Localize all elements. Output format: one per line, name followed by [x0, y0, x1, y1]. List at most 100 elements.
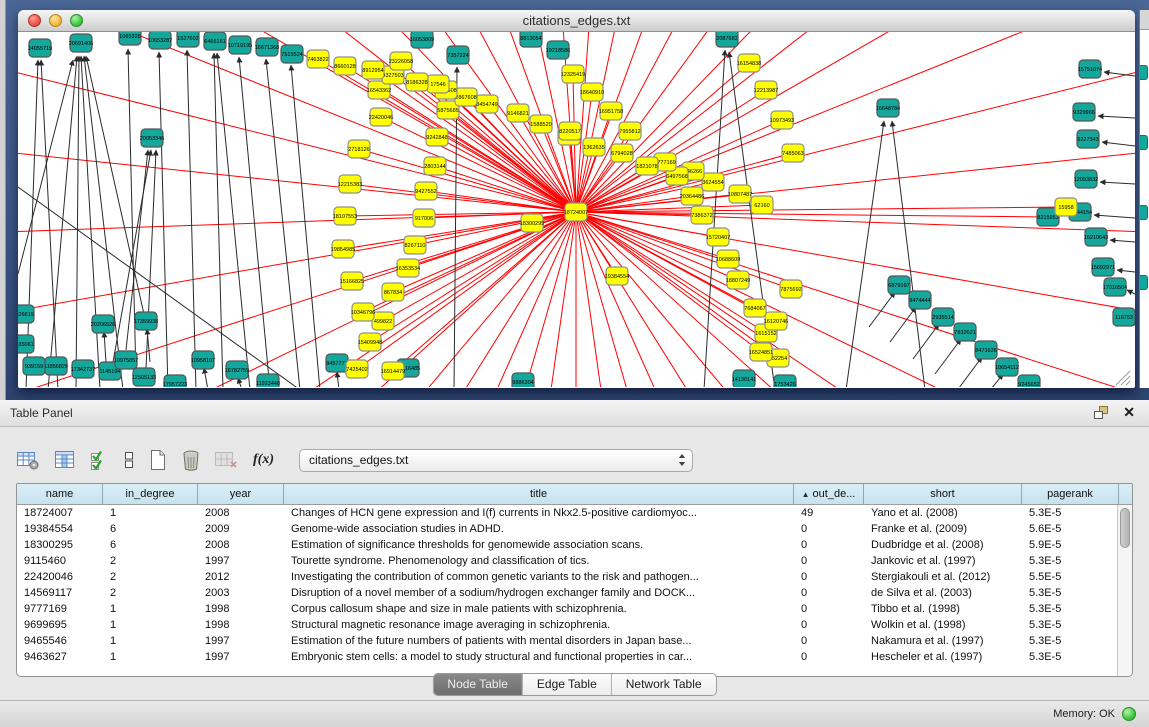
function-builder-icon[interactable]: f(x) [253, 452, 274, 468]
table-cell[interactable]: 22420046 [17, 569, 103, 585]
table-cell[interactable]: 5.3E-5 [1022, 585, 1119, 601]
table-cell[interactable]: 5.3E-5 [1022, 505, 1119, 521]
table-selector-dropdown[interactable]: citations_edges.txt [299, 449, 693, 472]
tab-node-table[interactable]: Node Table [433, 674, 523, 695]
network-canvas[interactable]: 2626619179572231250513311451941734273711… [18, 32, 1135, 387]
new-column-icon[interactable] [148, 449, 168, 471]
table-cell[interactable]: 2008 [198, 537, 284, 553]
table-cell[interactable]: 1 [103, 505, 198, 521]
table-settings-icon[interactable] [16, 450, 40, 470]
table-cell[interactable]: 2 [103, 569, 198, 585]
table-cell[interactable]: Tibbo et al. (1998) [864, 601, 1022, 617]
column-header[interactable]: title [284, 484, 794, 504]
table-cell[interactable]: 18300295 [17, 537, 103, 553]
tab-edge-table[interactable]: Edge Table [523, 674, 612, 695]
table-cell[interactable]: 2 [103, 585, 198, 601]
table-cell[interactable]: Investigating the contribution of common… [284, 569, 794, 585]
table-cell[interactable]: 9699695 [17, 617, 103, 633]
table-cell[interactable]: 1997 [198, 553, 284, 569]
network-window-titlebar[interactable]: citations_edges.txt [18, 10, 1135, 32]
table-row[interactable]: 946362711997Embryonic stem cells: a mode… [17, 649, 1132, 665]
table-cell[interactable]: 6 [103, 537, 198, 553]
table-cell[interactable]: Nakamura et al. (1997) [864, 633, 1022, 649]
table-cell[interactable]: 0 [794, 649, 864, 665]
column-header[interactable]: ▲out_de... [794, 484, 864, 504]
table-cell[interactable]: Structural magnetic resonance image aver… [284, 617, 794, 633]
table-cell[interactable]: Disruption of a novel member of a sodium… [284, 585, 794, 601]
table-cell[interactable]: 0 [794, 633, 864, 649]
table-cell[interactable]: 0 [794, 521, 864, 537]
table-row[interactable]: 969969511998Structural magnetic resonanc… [17, 617, 1132, 633]
table-cell[interactable]: 1 [103, 649, 198, 665]
column-header[interactable]: pagerank [1022, 484, 1119, 504]
resize-grip-icon[interactable] [1121, 376, 1130, 385]
table-cell[interactable]: 1 [103, 617, 198, 633]
table-row[interactable]: 2242004622012Investigating the contribut… [17, 569, 1132, 585]
table-row[interactable]: 1456911722003Disruption of a novel membe… [17, 585, 1132, 601]
table-cell[interactable]: Embryonic stem cells: a model to study s… [284, 649, 794, 665]
table-cell[interactable]: 1998 [198, 601, 284, 617]
table-cell[interactable]: Stergiakouli et al. (2012) [864, 569, 1022, 585]
table-cell[interactable]: 18724007 [17, 505, 103, 521]
table-row[interactable]: 1872400712008Changes of HCN gene express… [17, 505, 1132, 521]
delete-columns-icon[interactable] [181, 449, 201, 471]
table-cell[interactable]: 1 [103, 601, 198, 617]
table-cell[interactable]: 1997 [198, 649, 284, 665]
table-cell[interactable]: 5.3E-5 [1022, 553, 1119, 569]
table-cell[interactable]: Estimation of significance thresholds fo… [284, 537, 794, 553]
table-cell[interactable]: 0 [794, 601, 864, 617]
table-cell[interactable]: 49 [794, 505, 864, 521]
table-cell[interactable]: Estimation of the future numbers of pati… [284, 633, 794, 649]
column-header[interactable]: year [198, 484, 284, 504]
table-cell[interactable]: de Silva et al. (2003) [864, 585, 1022, 601]
table-cell[interactable]: 9115460 [17, 553, 103, 569]
table-cell[interactable]: 2008 [198, 505, 284, 521]
table-cell[interactable]: 5.3E-5 [1022, 633, 1119, 649]
table-cell[interactable]: 5.3E-5 [1022, 601, 1119, 617]
close-panel-icon[interactable]: ✕ [1123, 404, 1135, 421]
scrollbar-thumb[interactable] [1120, 508, 1130, 548]
table-cell[interactable]: 5.6E-5 [1022, 521, 1119, 537]
table-cell[interactable]: 0 [794, 553, 864, 569]
table-cell[interactable]: 0 [794, 537, 864, 553]
table-row[interactable]: 1938455462009Genome-wide association stu… [17, 521, 1132, 537]
table-row[interactable]: 911546021997Tourette syndrome. Phenomeno… [17, 553, 1132, 569]
table-cell[interactable]: 9463627 [17, 649, 103, 665]
table-row[interactable]: 946554611997Estimation of the future num… [17, 633, 1132, 649]
select-columns-icon[interactable] [90, 450, 110, 470]
table-cell[interactable]: Yano et al. (2008) [864, 505, 1022, 521]
table-cell[interactable]: 5.5E-5 [1022, 569, 1119, 585]
network-window[interactable]: citations_edges.txt 26266191795722312505… [18, 10, 1135, 388]
column-header[interactable]: name [17, 484, 103, 504]
table-cell[interactable]: Dudbridge et al. (2008) [864, 537, 1022, 553]
show-column-icon[interactable] [53, 450, 77, 470]
table-cell[interactable]: 1997 [198, 633, 284, 649]
table-row[interactable]: 1830029562008Estimation of significance … [17, 537, 1132, 553]
table-cell[interactable]: 9777169 [17, 601, 103, 617]
table-cell[interactable]: 19384554 [17, 521, 103, 537]
table-cell[interactable]: 5.9E-5 [1022, 537, 1119, 553]
table-cell[interactable]: 6 [103, 521, 198, 537]
table-cell[interactable]: Tourette syndrome. Phenomenology and cla… [284, 553, 794, 569]
table-cell[interactable]: Jankovic et al. (1997) [864, 553, 1022, 569]
table-cell[interactable]: 2003 [198, 585, 284, 601]
table-row[interactable]: 977716911998Corpus callosum shape and si… [17, 601, 1132, 617]
table-cell[interactable]: 0 [794, 569, 864, 585]
table-panel-titlebar[interactable]: Table Panel ✕ [0, 400, 1149, 427]
table-cell[interactable]: 5.3E-5 [1022, 649, 1119, 665]
node-table[interactable]: namein_degreeyeartitle▲out_de...shortpag… [16, 483, 1133, 677]
table-cell[interactable]: 2009 [198, 521, 284, 537]
table-cell[interactable]: 1998 [198, 617, 284, 633]
float-panel-icon[interactable] [1094, 406, 1109, 420]
table-cell[interactable]: 2012 [198, 569, 284, 585]
table-cell[interactable]: 0 [794, 617, 864, 633]
column-header[interactable]: in_degree [103, 484, 198, 504]
table-cell[interactable]: Wolkin et al. (1998) [864, 617, 1022, 633]
table-cell[interactable]: 2 [103, 553, 198, 569]
table-cell[interactable]: 1 [103, 633, 198, 649]
vertical-scrollbar[interactable] [1117, 505, 1132, 676]
resize-grip-icon[interactable] [1126, 381, 1130, 385]
table-cell[interactable]: Corpus callosum shape and size in male p… [284, 601, 794, 617]
table-cell[interactable]: Genome-wide association studies in ADHD. [284, 521, 794, 537]
table-cell[interactable]: 0 [794, 585, 864, 601]
